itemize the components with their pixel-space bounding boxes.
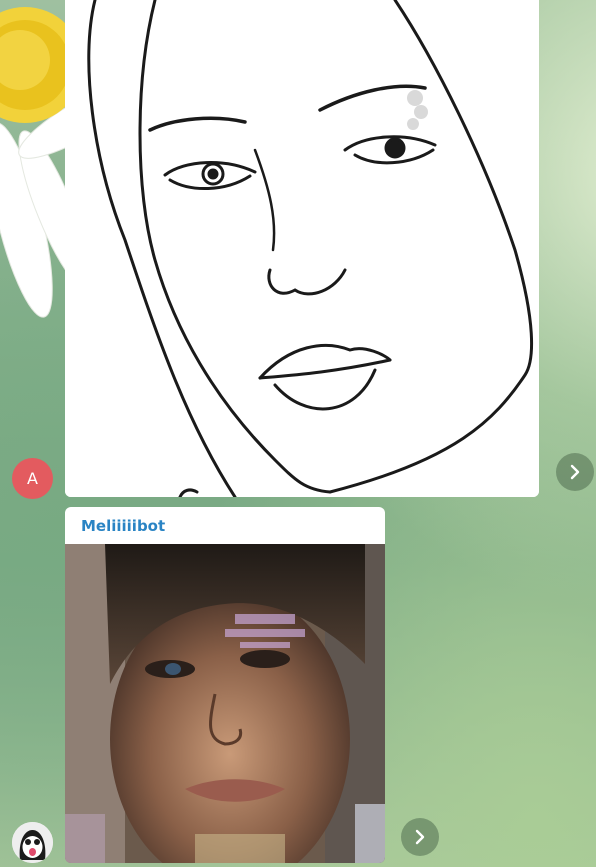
line-drawing-face-image [65,0,539,497]
bot-photo-message[interactable]: Meliiiiibot [65,507,385,863]
forward-button[interactable] [556,453,594,491]
chevron-right-icon [570,464,580,480]
generated-face-image [65,544,385,863]
chat-background: A Meliiiiibot [0,0,596,867]
sender-avatar-initial[interactable]: A [12,458,53,499]
photo-message[interactable] [65,0,539,497]
sender-name[interactable]: Meliiiiibot [81,517,165,535]
bot-avatar[interactable] [12,822,53,863]
avatar-initial-label: A [27,469,38,488]
forward-button[interactable] [401,818,439,856]
chevron-right-icon [415,829,425,845]
ghost-avatar-icon [12,822,53,863]
